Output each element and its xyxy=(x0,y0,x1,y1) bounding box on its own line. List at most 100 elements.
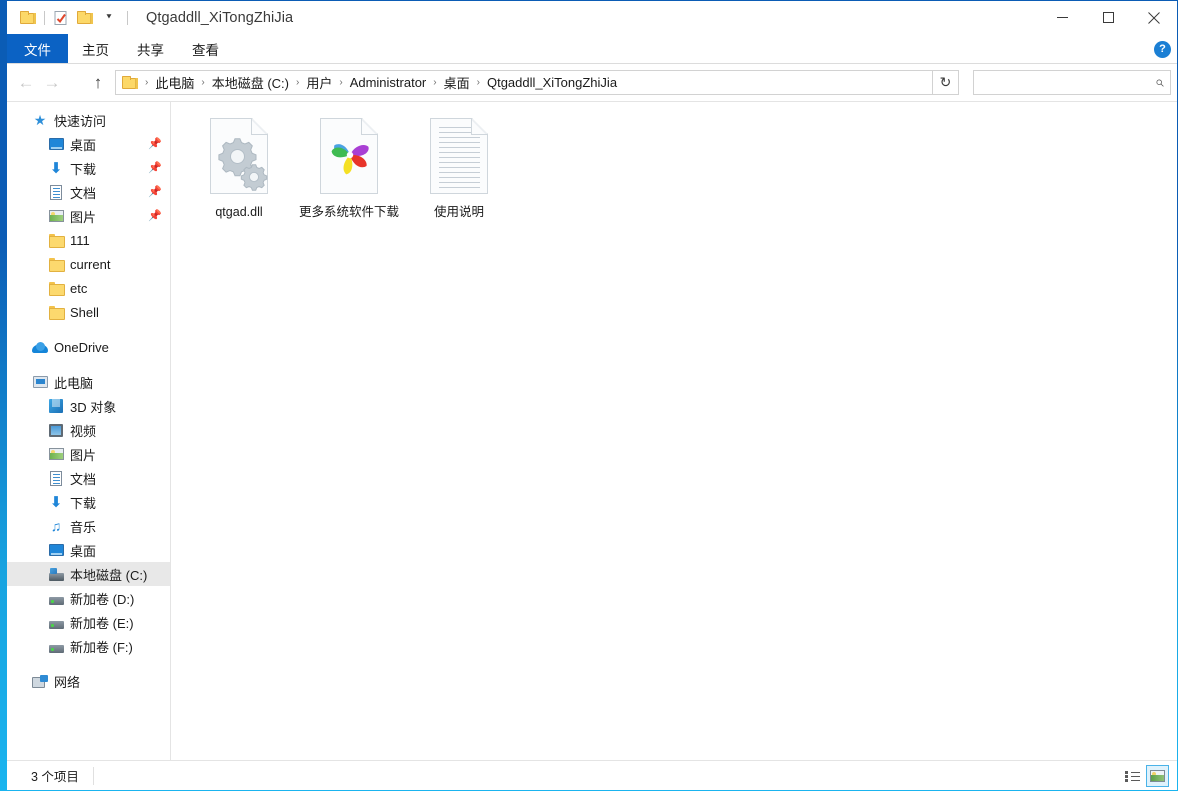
title-bar: ⯆ Qtgaddll_XiTongZhiJia xyxy=(7,1,1177,34)
sidebar-item-label: Shell xyxy=(70,305,99,320)
tab-share[interactable]: 共享 xyxy=(123,34,178,63)
file-explorer-window: ⯆ Qtgaddll_XiTongZhiJia 文件 主页 共享 查看 ⱟ ? … xyxy=(0,0,1178,791)
sidebar-item-111[interactable]: 111 xyxy=(7,228,170,252)
sidebar-item-etc[interactable]: etc xyxy=(7,276,170,300)
download-icon: ⬇ xyxy=(48,494,64,510)
quick-access-dropdown-icon[interactable]: ⯆ xyxy=(97,6,121,30)
desktop-icon xyxy=(48,136,64,152)
quick-access-toolbar: ⯆ xyxy=(7,6,121,30)
properties-icon[interactable] xyxy=(49,6,73,30)
pictures-icon xyxy=(48,208,64,224)
explorer-body: ★ 快速访问 桌面 📌 ⬇ 下载 📌 文档 📌 图片 📌 111 current… xyxy=(7,101,1177,760)
address-bar-row: ← → ⱟ ↑ › 此电脑 › 本地磁盘 (C:) › 用户 › Adminis… xyxy=(7,64,1177,101)
pin-icon[interactable]: 📌 xyxy=(148,185,162,198)
ribbon-tab-bar: 文件 主页 共享 查看 ⱟ ? xyxy=(7,34,1177,64)
sidebar-item-this-pc[interactable]: 此电脑 xyxy=(7,370,170,394)
window-controls xyxy=(1039,1,1177,34)
breadcrumb-item-this-pc[interactable]: 此电脑 xyxy=(151,71,198,94)
sidebar-item-downloads-pc[interactable]: ⬇ 下载 xyxy=(7,490,170,514)
breadcrumb-separator: › xyxy=(293,77,302,88)
tab-view[interactable]: 查看 xyxy=(178,34,233,63)
navigation-pane[interactable]: ★ 快速访问 桌面 📌 ⬇ 下载 📌 文档 📌 图片 📌 111 current… xyxy=(7,102,171,760)
sidebar-item-music[interactable]: ♫ 音乐 xyxy=(7,514,170,538)
back-button[interactable]: ← xyxy=(13,70,39,96)
sidebar-item-current[interactable]: current xyxy=(7,252,170,276)
sidebar-item-label: 此电脑 xyxy=(54,373,93,392)
title-divider xyxy=(127,11,128,25)
breadcrumb-separator: › xyxy=(336,77,345,88)
breadcrumb-item-users[interactable]: 用户 xyxy=(302,71,336,94)
cloud-icon xyxy=(32,339,48,355)
folder-icon[interactable] xyxy=(16,6,40,30)
file-item[interactable]: 使用说明 xyxy=(405,114,513,226)
breadcrumb-separator: › xyxy=(474,77,483,88)
sidebar-item-pictures-pc[interactable]: 图片 xyxy=(7,442,170,466)
folder-icon xyxy=(48,304,64,320)
sidebar-item-local-disk-c[interactable]: 本地磁盘 (C:) xyxy=(7,562,170,586)
sidebar-item-pictures[interactable]: 图片 📌 xyxy=(7,204,170,228)
drive-icon xyxy=(48,638,64,654)
sidebar-item-label: 音乐 xyxy=(70,517,96,536)
folder-icon xyxy=(48,256,64,272)
help-button[interactable]: ? xyxy=(1154,41,1171,58)
breadcrumb-separator: › xyxy=(198,77,207,88)
pin-icon[interactable]: 📌 xyxy=(148,209,162,222)
sidebar-item-quick-access[interactable]: ★ 快速访问 xyxy=(7,108,170,132)
up-button[interactable]: ↑ xyxy=(85,70,111,96)
sidebar-item-desktop-pc[interactable]: 桌面 xyxy=(7,538,170,562)
sidebar-item-volume-d[interactable]: 新加卷 (D:) xyxy=(7,586,170,610)
details-view-button[interactable] xyxy=(1121,765,1144,787)
breadcrumb-item-administrator[interactable]: Administrator xyxy=(346,73,431,92)
minimize-button[interactable] xyxy=(1039,1,1085,34)
file-item[interactable]: 更多系统软件下载 xyxy=(295,114,403,226)
pin-icon[interactable]: 📌 xyxy=(148,161,162,174)
sidebar-item-onedrive[interactable]: OneDrive xyxy=(7,335,170,359)
sidebar-item-label: OneDrive xyxy=(54,340,109,355)
pin-icon[interactable]: 📌 xyxy=(148,137,162,150)
sidebar-item-volume-e[interactable]: 新加卷 (E:) xyxy=(7,610,170,634)
dll-gear-file-icon xyxy=(206,118,272,198)
address-dropdown-icon[interactable]: ⱟ xyxy=(906,71,932,94)
close-button[interactable] xyxy=(1131,1,1177,34)
breadcrumb-item-desktop[interactable]: 桌面 xyxy=(440,71,474,94)
sidebar-item-3d-objects[interactable]: 3D 对象 xyxy=(7,394,170,418)
breadcrumb-item-local-disk-c[interactable]: 本地磁盘 (C:) xyxy=(208,71,293,94)
sidebar-item-desktop[interactable]: 桌面 📌 xyxy=(7,132,170,156)
music-icon: ♫ xyxy=(48,518,64,534)
3d-objects-icon xyxy=(48,398,64,414)
this-pc-icon xyxy=(32,374,48,390)
forward-button[interactable]: → xyxy=(39,70,65,96)
sidebar-item-volume-f[interactable]: 新加卷 (F:) xyxy=(7,634,170,658)
sidebar-item-downloads[interactable]: ⬇ 下载 📌 xyxy=(7,156,170,180)
videos-icon xyxy=(48,422,64,438)
file-item[interactable]: qtgad.dll xyxy=(185,114,293,226)
search-input[interactable] xyxy=(980,75,1156,90)
breadcrumb-separator: › xyxy=(430,77,439,88)
file-list-pane[interactable]: qtgad.dll 更多系统软件下载 使用说明 xyxy=(171,102,1177,760)
tab-home[interactable]: 主页 xyxy=(68,34,123,63)
maximize-button[interactable] xyxy=(1085,1,1131,34)
sidebar-item-documents-pc[interactable]: 文档 xyxy=(7,466,170,490)
sidebar-item-network[interactable]: 网络 xyxy=(7,669,170,693)
item-count-label: 3 个项目 xyxy=(7,766,79,785)
sidebar-item-documents[interactable]: 文档 📌 xyxy=(7,180,170,204)
tab-file[interactable]: 文件 xyxy=(7,34,68,63)
breadcrumb-separator: › xyxy=(142,77,151,88)
large-icons-view-button[interactable] xyxy=(1146,765,1169,787)
file-grid: qtgad.dll 更多系统软件下载 使用说明 xyxy=(185,114,1177,226)
sidebar-item-label: 111 xyxy=(70,233,90,248)
sidebar-item-videos[interactable]: 视频 xyxy=(7,418,170,442)
documents-icon xyxy=(48,470,64,486)
search-box[interactable] xyxy=(973,70,1171,95)
sidebar-item-shell[interactable]: Shell xyxy=(7,300,170,324)
refresh-button[interactable]: ↻ xyxy=(933,70,959,95)
new-folder-icon[interactable] xyxy=(73,6,97,30)
recent-locations-button[interactable]: ⱟ xyxy=(65,70,85,96)
sidebar-gap xyxy=(7,324,170,335)
folder-icon xyxy=(48,232,64,248)
address-breadcrumb-bar[interactable]: › 此电脑 › 本地磁盘 (C:) › 用户 › Administrator ›… xyxy=(115,70,933,95)
sidebar-item-label: 3D 对象 xyxy=(70,397,116,416)
file-name-label: 更多系统软件下载 xyxy=(299,204,399,220)
toolbar-divider xyxy=(44,11,45,25)
breadcrumb-item-current-folder[interactable]: Qtgaddll_XiTongZhiJia xyxy=(483,73,621,92)
